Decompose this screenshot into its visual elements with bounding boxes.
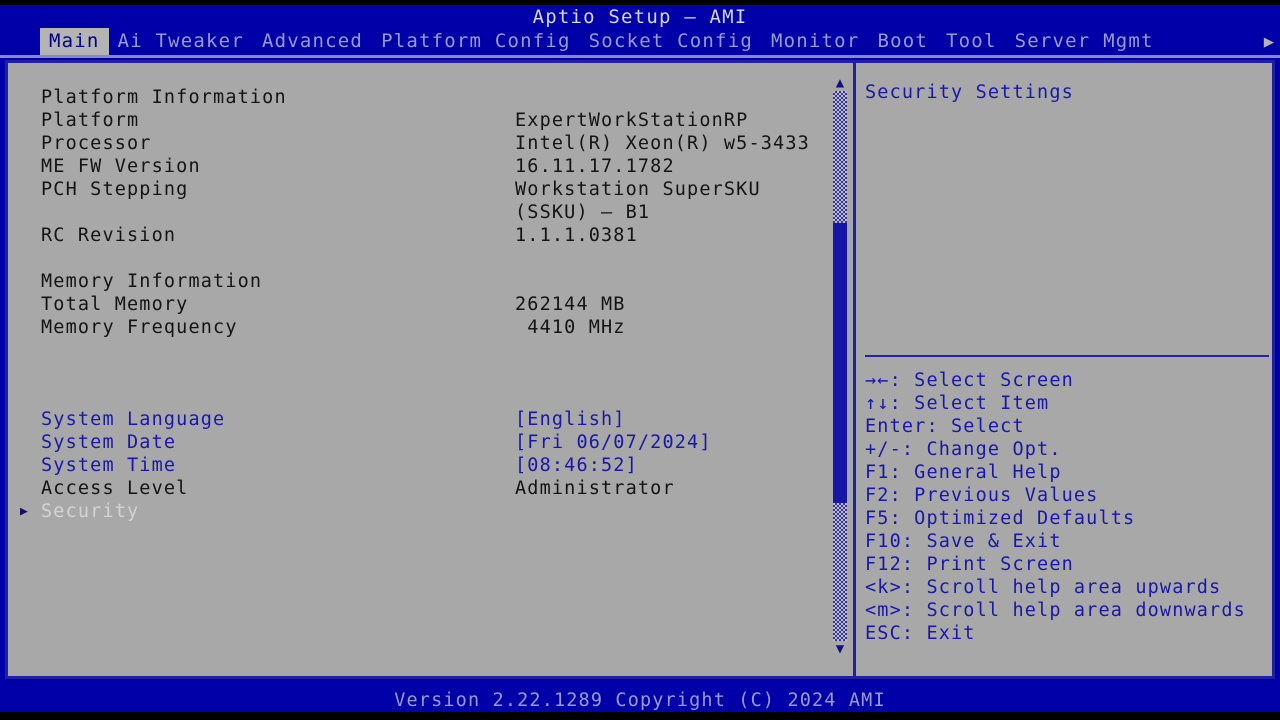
settings-row-list: Platform Information Platform ExpertWorkSt… <box>8 63 828 523</box>
menu-underline <box>0 55 1280 58</box>
setting-value[interactable]: [08:46:52] <box>515 454 638 477</box>
key-legend-list: →←: Select Screen ↑↓: Select Item Enter: S… <box>865 369 1280 645</box>
setting-row: Processor Intel(R) Xeon(R) w5-3433 <box>8 132 828 155</box>
menu-item-platform-config[interactable]: Platform Config <box>372 28 580 55</box>
setting-row: (SSKU) – B1 <box>8 201 828 224</box>
key-legend-item: F5: Optimized Defaults <box>865 508 1136 529</box>
key-legend-item: <m>: Scroll help area downwards <box>865 600 1246 621</box>
version-text: Version 2.22.1289 Copyright (C) 2024 AMI <box>394 689 886 711</box>
key-legend-item: ESC: Exit <box>865 623 976 644</box>
setting-row[interactable]: System Language [English] <box>8 408 828 431</box>
setting-value: 1.1.1.0381 <box>515 225 638 246</box>
footer-bar: Version 2.22.1289 Copyright (C) 2024 AMI <box>0 688 1280 712</box>
setting-label: System Date <box>41 432 177 453</box>
key-legend-item: →←: Select Screen <box>865 370 1074 391</box>
help-title: Security Settings <box>865 82 1074 103</box>
menu-item-tool[interactable]: Tool <box>937 28 1006 55</box>
key-legend-item: F12: Print Screen <box>865 554 1074 575</box>
settings-panel: Platform Information Platform ExpertWorkSt… <box>8 63 853 676</box>
key-legend-item: F2: Previous Values <box>865 485 1099 506</box>
setting-value: ExpertWorkStationRP <box>515 110 749 131</box>
help-panel: Security Settings →←: Select Screen ↑↓: S… <box>856 63 1272 676</box>
setting-label: Memory Frequency <box>41 317 238 338</box>
setting-row[interactable]: ▶ Security <box>8 500 828 523</box>
setting-row: Platform ExpertWorkStationRP <box>8 109 828 132</box>
scrollbar-track[interactable] <box>833 91 847 641</box>
key-legend-item: Enter: Select <box>865 416 1025 437</box>
setting-label: Memory Information <box>41 271 263 292</box>
menu-item-server-mgmt[interactable]: Server Mgmt <box>1006 28 1163 55</box>
key-legend-item: F1: General Help <box>865 462 1062 483</box>
spacer-row <box>8 247 828 270</box>
setting-row: Total Memory 262144 MB <box>8 293 828 316</box>
setting-row: Memory Information <box>8 270 828 293</box>
setting-value: Administrator <box>515 478 675 499</box>
setting-label: Access Level <box>41 478 189 499</box>
setting-label: System Time <box>41 455 177 476</box>
content-frame: Platform Information Platform ExpertWorkSt… <box>5 60 1275 679</box>
setting-row[interactable]: System Date [Fri 06/07/2024] <box>8 431 828 454</box>
help-separator <box>865 355 1269 357</box>
setting-label: Processor <box>41 133 152 154</box>
setting-row[interactable]: System Time [08:46:52] <box>8 454 828 477</box>
setting-label: Platform <box>41 110 140 131</box>
menu-item-socket-config[interactable]: Socket Config <box>580 28 762 55</box>
setting-value: 4410 MHz <box>515 317 626 338</box>
setting-value: Intel(R) Xeon(R) w5-3433 <box>515 133 810 154</box>
settings-scrollbar[interactable]: ▲ ▼ <box>831 75 849 657</box>
scrollbar-thumb[interactable] <box>833 223 847 503</box>
setting-row: Memory Frequency 4410 MHz <box>8 316 828 339</box>
setting-value[interactable]: [English] <box>515 408 626 431</box>
setting-value: (SSKU) – B1 <box>515 202 651 223</box>
setting-label: System Language <box>41 409 226 430</box>
menu-item-advanced[interactable]: Advanced <box>253 28 372 55</box>
setting-value: 262144 MB <box>515 294 626 315</box>
submenu-arrow-icon: ▶ <box>20 504 29 519</box>
setting-value[interactable]: [Fri 06/07/2024] <box>515 431 712 454</box>
setting-row: ME FW Version 16.11.17.1782 <box>8 155 828 178</box>
setting-value: Workstation SuperSKU <box>515 179 761 200</box>
setting-row: RC Revision 1.1.1.0381 <box>8 224 828 247</box>
menu-item-boot[interactable]: Boot <box>868 28 937 55</box>
key-legend-item: <k>: Scroll help area upwards <box>865 577 1222 598</box>
setting-label: Platform Information <box>41 87 287 108</box>
key-legend-item: +/-: Change Opt. <box>865 439 1062 460</box>
spacer-row <box>8 339 828 362</box>
key-legend-item: F10: Save & Exit <box>865 531 1062 552</box>
menu-more-arrow[interactable]: ▶ <box>1264 28 1274 55</box>
menu-item-monitor[interactable]: Monitor <box>762 28 868 55</box>
bottom-black-strip <box>0 712 1280 720</box>
title-bar: Aptio Setup – AMI <box>0 5 1280 28</box>
setting-label: Total Memory <box>41 294 189 315</box>
menu-bar: Main Ai Tweaker Advanced Platform Config Soc… <box>0 28 1280 55</box>
setting-row: Access Level Administrator <box>8 477 828 500</box>
bios-setup-screen: Aptio Setup – AMI Main Ai Tweaker Advanced… <box>0 0 1280 720</box>
scroll-down-arrow-icon[interactable]: ▼ <box>831 641 849 657</box>
setting-value: 16.11.17.1782 <box>515 156 675 177</box>
setting-label: ME FW Version <box>41 156 201 177</box>
setting-row: PCH Stepping Workstation SuperSKU <box>8 178 828 201</box>
scroll-up-arrow-icon[interactable]: ▲ <box>831 75 849 91</box>
spacer-row <box>8 362 828 385</box>
setting-label: PCH Stepping <box>41 179 189 200</box>
setting-label: RC Revision <box>41 225 177 246</box>
menu-item-main[interactable]: Main <box>40 28 109 55</box>
setting-label: Security <box>41 501 140 522</box>
setting-row: Platform Information <box>8 86 828 109</box>
menu-item-ai-tweaker[interactable]: Ai Tweaker <box>109 28 253 55</box>
key-legend-item: ↑↓: Select Item <box>865 393 1050 414</box>
app-title: Aptio Setup – AMI <box>532 5 748 28</box>
spacer-row <box>8 385 828 408</box>
